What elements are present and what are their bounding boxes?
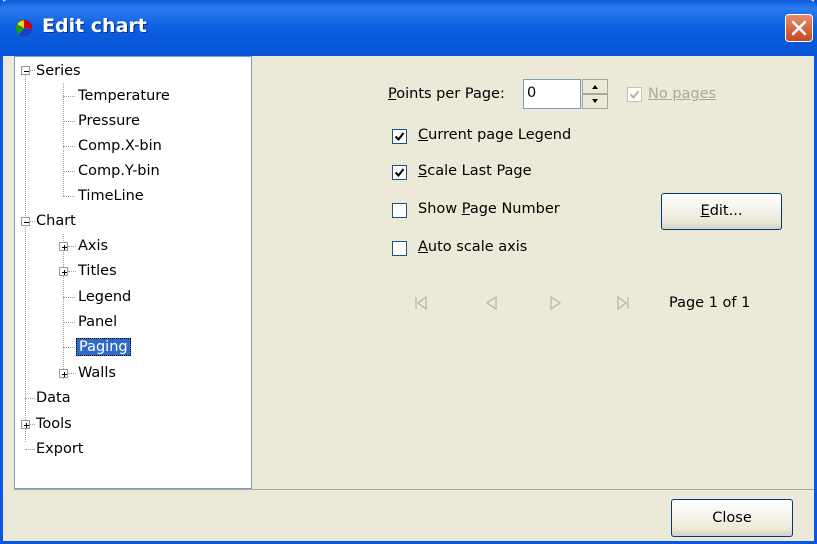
scale-last-page-checkbox[interactable] — [392, 165, 407, 180]
tree-connector — [25, 72, 26, 442]
edit-chart-window: Edit chart Series Temperature Pressure C… — [0, 0, 817, 544]
plus-icon — [24, 423, 29, 428]
tree-connector — [63, 146, 75, 147]
access-key-letter: P — [461, 201, 470, 217]
access-key-letter: A — [418, 239, 428, 255]
tree-item-walls[interactable]: Walls — [78, 362, 116, 384]
checkmark-icon — [394, 132, 405, 142]
minus-icon — [24, 71, 29, 72]
page-indicator: Page 1 of 1 — [669, 295, 751, 311]
app-icon — [15, 19, 33, 37]
tree-item-titles[interactable]: Titles — [78, 260, 117, 282]
edit-button[interactable]: Edit... — [661, 193, 782, 230]
tree-item-data[interactable]: Data — [36, 387, 71, 409]
tree-connector — [63, 96, 75, 97]
tree-connector — [25, 398, 35, 399]
spin-down-button[interactable] — [582, 94, 608, 109]
plus-icon — [62, 245, 67, 250]
tree-connector — [63, 121, 75, 122]
plus-icon — [62, 270, 67, 275]
window-title: Edit chart — [42, 15, 147, 37]
tree-connector — [63, 322, 75, 323]
tree-connector — [68, 373, 76, 374]
tools-expand-toggle[interactable] — [21, 420, 30, 429]
tree-connector — [68, 246, 76, 247]
next-page-icon[interactable] — [548, 295, 564, 311]
tree-item-timeline[interactable]: TimeLine — [78, 185, 144, 207]
points-per-page-label: Points per Page: — [388, 86, 505, 102]
access-key-letter: E — [700, 203, 710, 219]
points-per-page-input[interactable]: 0 — [523, 79, 581, 109]
no-pages-checkbox[interactable] — [627, 87, 642, 102]
spin-up-button[interactable] — [582, 79, 608, 94]
settings-tree[interactable]: Series Temperature Pressure Comp.X-bin C… — [14, 56, 252, 489]
current-page-legend-label: Current page Legend — [418, 127, 572, 143]
tree-connector — [63, 83, 64, 196]
checkmark-icon — [394, 168, 405, 178]
tree-item-paging[interactable]: Paging — [76, 338, 131, 356]
access-key-letter: P — [388, 86, 397, 102]
tree-connector — [30, 221, 35, 222]
tree-item-tools[interactable]: Tools — [36, 413, 72, 435]
tree-connector — [63, 171, 75, 172]
tree-item-axis[interactable]: Axis — [78, 235, 108, 257]
first-page-icon[interactable] — [413, 295, 429, 311]
tree-item-pressure[interactable]: Pressure — [78, 110, 140, 132]
tree-item-temperature[interactable]: Temperature — [78, 85, 170, 107]
points-per-page-spinner[interactable] — [582, 79, 608, 109]
show-page-number-checkbox[interactable] — [392, 203, 407, 218]
tree-item-legend[interactable]: Legend — [78, 286, 131, 308]
tree-item-panel[interactable]: Panel — [78, 311, 117, 333]
tree-connector — [63, 196, 75, 197]
tree-connector — [63, 297, 75, 298]
tree-connector — [63, 234, 64, 379]
no-pages-label: No pages — [648, 86, 717, 102]
previous-page-icon[interactable] — [483, 295, 499, 311]
tree-connector — [25, 449, 35, 450]
current-page-legend-checkbox[interactable] — [392, 129, 407, 144]
tree-item-comp-x-bin[interactable]: Comp.X-bin — [78, 135, 162, 157]
walls-expand-toggle[interactable] — [59, 369, 68, 378]
auto-scale-axis-label: Auto scale axis — [418, 239, 528, 255]
tree-item-comp-y-bin[interactable]: Comp.Y-bin — [78, 160, 160, 182]
footer-divider — [14, 489, 814, 490]
tree-connector — [63, 347, 75, 348]
close-button[interactable]: Close — [671, 499, 793, 537]
checkmark-icon — [629, 90, 640, 100]
paging-panel — [263, 56, 814, 489]
series-collapse-toggle[interactable] — [21, 66, 30, 75]
access-key-letter: S — [418, 163, 428, 179]
tree-item-paging-wrap[interactable]: Paging — [76, 336, 131, 358]
minus-icon — [24, 222, 29, 223]
spin-up-icon — [592, 85, 598, 89]
tree-item-export[interactable]: Export — [36, 438, 83, 460]
axis-expand-toggle[interactable] — [59, 242, 68, 251]
tree-item-series[interactable]: Series — [36, 60, 81, 82]
tree-connector — [68, 271, 76, 272]
close-icon — [791, 20, 807, 36]
tree-item-chart[interactable]: Chart — [36, 210, 76, 232]
scale-last-page-label: Scale Last Page — [418, 163, 532, 179]
show-page-number-label: Show Page Number — [418, 201, 560, 217]
chart-collapse-toggle[interactable] — [21, 217, 30, 226]
title-bar[interactable]: Edit chart — [0, 0, 817, 56]
titles-expand-toggle[interactable] — [59, 267, 68, 276]
tree-connector — [30, 70, 35, 71]
spin-down-icon — [592, 99, 598, 103]
auto-scale-axis-checkbox[interactable] — [392, 241, 407, 256]
tree-connector — [30, 424, 35, 425]
access-key-letter: C — [418, 127, 429, 143]
window-close-button[interactable] — [785, 14, 813, 42]
last-page-icon[interactable] — [615, 295, 631, 311]
plus-icon — [62, 372, 67, 377]
